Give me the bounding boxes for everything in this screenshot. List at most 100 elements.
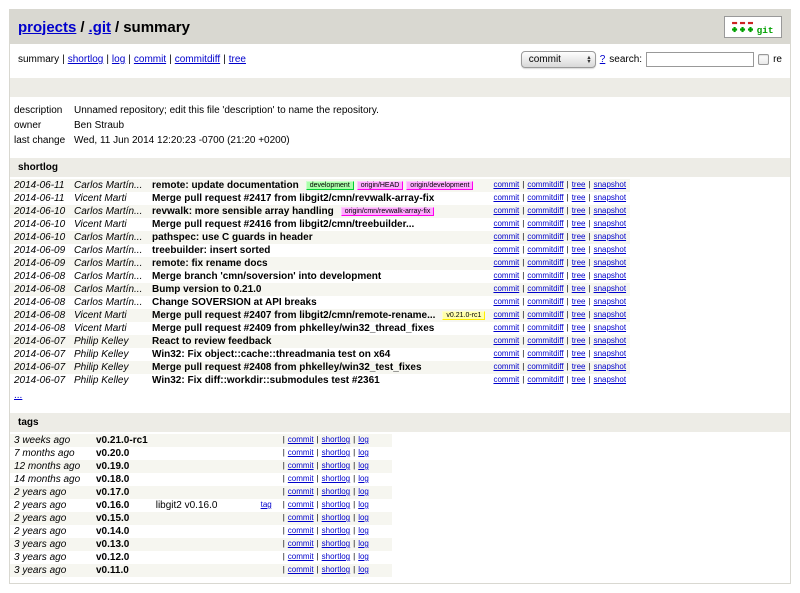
commitdiff-link[interactable]: commitdiff xyxy=(527,310,563,319)
commit-link[interactable]: commit xyxy=(493,193,519,202)
shortlog-more-link[interactable]: ... xyxy=(14,390,22,401)
commit-title-link[interactable]: revwalk: more sensible array handling xyxy=(152,206,334,217)
tag-shortlog-link[interactable]: shortlog xyxy=(322,552,350,561)
tag-commit-link[interactable]: commit xyxy=(288,487,314,496)
tag-commit-link[interactable]: commit xyxy=(288,539,314,548)
tag-log-link[interactable]: log xyxy=(358,461,369,470)
tag-commit-link[interactable]: commit xyxy=(288,565,314,574)
snapshot-link[interactable]: snapshot xyxy=(594,219,626,228)
commit-link[interactable]: commit xyxy=(493,349,519,358)
nav-item-shortlog[interactable]: shortlog xyxy=(68,54,104,65)
tag-commit-link[interactable]: commit xyxy=(288,500,314,509)
git-logo[interactable]: git xyxy=(724,16,782,38)
tree-link[interactable]: tree xyxy=(572,349,586,358)
commit-title-link[interactable]: React to review feedback xyxy=(152,336,272,347)
commitdiff-link[interactable]: commitdiff xyxy=(527,206,563,215)
commit-title-link[interactable]: Merge pull request #2416 from libgit2/cm… xyxy=(152,219,414,230)
tag-shortlog-link[interactable]: shortlog xyxy=(322,500,350,509)
tag-commit-link[interactable]: commit xyxy=(288,435,314,444)
tree-link[interactable]: tree xyxy=(572,375,586,384)
tag-shortlog-link[interactable]: shortlog xyxy=(322,448,350,457)
commitdiff-link[interactable]: commitdiff xyxy=(527,297,563,306)
tag-link[interactable]: tag xyxy=(261,500,272,509)
tag-name-link[interactable]: v0.16.0 xyxy=(96,500,129,511)
commit-title-link[interactable]: Merge branch 'cmn/soversion' into develo… xyxy=(152,271,381,282)
commit-link[interactable]: commit xyxy=(493,206,519,215)
commitdiff-link[interactable]: commitdiff xyxy=(527,271,563,280)
tag-shortlog-link[interactable]: shortlog xyxy=(322,539,350,548)
commit-link[interactable]: commit xyxy=(493,180,519,189)
tag-name-link[interactable]: v0.13.0 xyxy=(96,539,129,550)
tag-shortlog-link[interactable]: shortlog xyxy=(322,487,350,496)
snapshot-link[interactable]: snapshot xyxy=(594,336,626,345)
snapshot-link[interactable]: snapshot xyxy=(594,375,626,384)
commitdiff-link[interactable]: commitdiff xyxy=(527,258,563,267)
nav-item-commitdiff[interactable]: commitdiff xyxy=(175,54,220,65)
snapshot-link[interactable]: snapshot xyxy=(594,310,626,319)
commit-link[interactable]: commit xyxy=(493,284,519,293)
shortlog-section-title[interactable]: shortlog xyxy=(10,158,790,177)
tag-name-link[interactable]: v0.20.0 xyxy=(96,448,129,459)
snapshot-link[interactable]: snapshot xyxy=(594,258,626,267)
tag-commit-link[interactable]: commit xyxy=(288,526,314,535)
ref-badge-head[interactable]: development xyxy=(306,181,354,190)
commitdiff-link[interactable]: commitdiff xyxy=(527,193,563,202)
search-scope-select[interactable]: commit ▲▼ xyxy=(521,51,596,68)
commit-link[interactable]: commit xyxy=(493,297,519,306)
commitdiff-link[interactable]: commitdiff xyxy=(527,180,563,189)
snapshot-link[interactable]: snapshot xyxy=(594,284,626,293)
commit-title-link[interactable]: Change SOVERSION at API breaks xyxy=(152,297,317,308)
tag-shortlog-link[interactable]: shortlog xyxy=(322,565,350,574)
tree-link[interactable]: tree xyxy=(572,193,586,202)
search-input[interactable] xyxy=(646,52,754,67)
tree-link[interactable]: tree xyxy=(572,245,586,254)
snapshot-link[interactable]: snapshot xyxy=(594,180,626,189)
commit-title-link[interactable]: Win32: Fix diff::workdir::submodules tes… xyxy=(152,375,380,386)
tag-log-link[interactable]: log xyxy=(358,435,369,444)
snapshot-link[interactable]: snapshot xyxy=(594,232,626,241)
tag-name-link[interactable]: v0.11.0 xyxy=(96,565,129,576)
commit-title-link[interactable]: Merge pull request #2409 from phkelley/w… xyxy=(152,323,434,334)
tag-log-link[interactable]: log xyxy=(358,474,369,483)
commit-title-link[interactable]: Win32: Fix object::cache::threadmania te… xyxy=(152,349,390,360)
commitdiff-link[interactable]: commitdiff xyxy=(527,219,563,228)
tag-log-link[interactable]: log xyxy=(358,565,369,574)
commit-title-link[interactable]: treebuilder: insert sorted xyxy=(152,245,270,256)
tag-name-link[interactable]: v0.19.0 xyxy=(96,461,129,472)
commitdiff-link[interactable]: commitdiff xyxy=(527,323,563,332)
commit-title-link[interactable]: Bump version to 0.21.0 xyxy=(152,284,261,295)
commitdiff-link[interactable]: commitdiff xyxy=(527,232,563,241)
commit-link[interactable]: commit xyxy=(493,258,519,267)
nav-item-log[interactable]: log xyxy=(112,54,125,65)
commit-link[interactable]: commit xyxy=(493,245,519,254)
tag-commit-link[interactable]: commit xyxy=(288,474,314,483)
tag-log-link[interactable]: log xyxy=(358,487,369,496)
tag-shortlog-link[interactable]: shortlog xyxy=(322,435,350,444)
tag-shortlog-link[interactable]: shortlog xyxy=(322,526,350,535)
tag-name-link[interactable]: v0.15.0 xyxy=(96,513,129,524)
commit-link[interactable]: commit xyxy=(493,336,519,345)
tag-name-link[interactable]: v0.17.0 xyxy=(96,487,129,498)
tag-shortlog-link[interactable]: shortlog xyxy=(322,513,350,522)
snapshot-link[interactable]: snapshot xyxy=(594,193,626,202)
commit-link[interactable]: commit xyxy=(493,323,519,332)
commit-link[interactable]: commit xyxy=(493,310,519,319)
regexp-checkbox[interactable] xyxy=(758,54,769,65)
tree-link[interactable]: tree xyxy=(572,362,586,371)
tag-shortlog-link[interactable]: shortlog xyxy=(322,461,350,470)
tag-name-link[interactable]: v0.18.0 xyxy=(96,474,129,485)
commit-link[interactable]: commit xyxy=(493,375,519,384)
tag-commit-link[interactable]: commit xyxy=(288,461,314,470)
nav-item-commit[interactable]: commit xyxy=(134,54,166,65)
commit-link[interactable]: commit xyxy=(493,219,519,228)
commit-title-link[interactable]: Merge pull request #2417 from libgit2/cm… xyxy=(152,193,434,204)
commit-title-link[interactable]: pathspec: use C guards in header xyxy=(152,232,313,243)
tag-log-link[interactable]: log xyxy=(358,552,369,561)
tag-log-link[interactable]: log xyxy=(358,526,369,535)
ref-badge-remote[interactable]: origin/HEAD xyxy=(357,181,404,190)
tree-link[interactable]: tree xyxy=(572,180,586,189)
snapshot-link[interactable]: snapshot xyxy=(594,271,626,280)
commit-link[interactable]: commit xyxy=(493,271,519,280)
tree-link[interactable]: tree xyxy=(572,271,586,280)
snapshot-link[interactable]: snapshot xyxy=(594,297,626,306)
